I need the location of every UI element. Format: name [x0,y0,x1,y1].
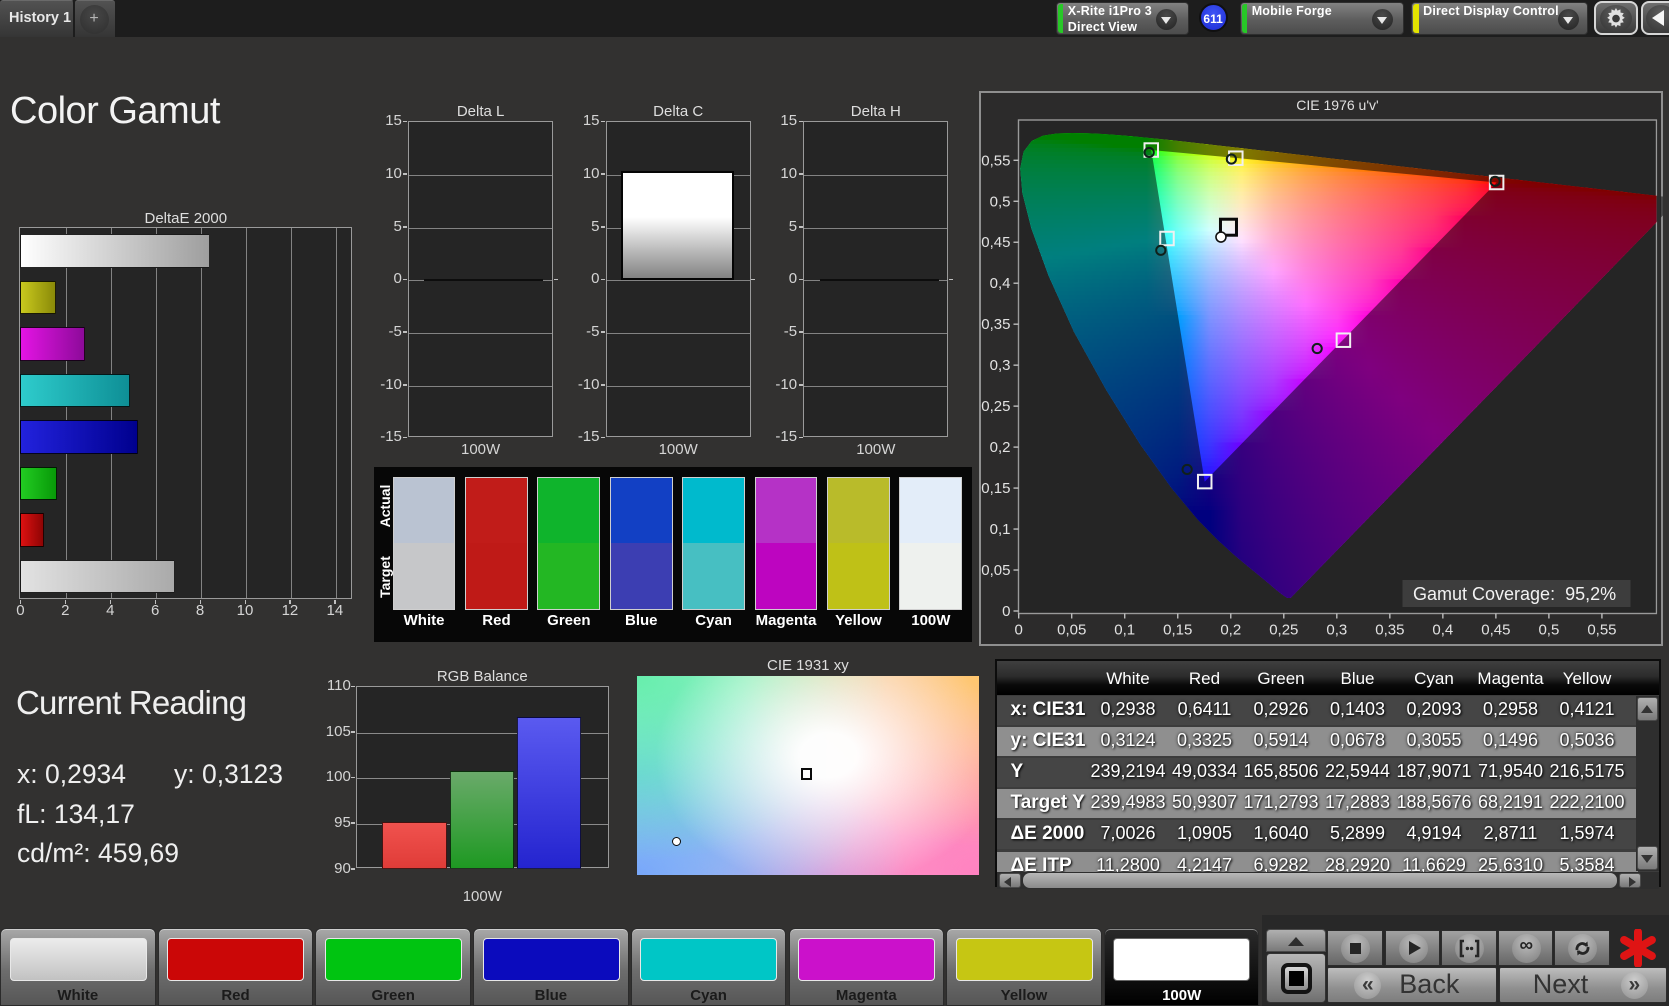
svg-text:0,3: 0,3 [990,357,1011,374]
svg-text:0,45: 0,45 [1481,622,1510,639]
svg-text:0,4: 0,4 [990,275,1011,292]
svg-text:0,05: 0,05 [981,562,1010,579]
svg-text:0,35: 0,35 [981,316,1010,333]
svg-text:0,5: 0,5 [990,193,1011,210]
svg-text:0,25: 0,25 [981,398,1010,415]
svg-text:0,4: 0,4 [1432,622,1453,639]
svg-text:0,55: 0,55 [1587,622,1616,639]
svg-text:CIE 1976 u'v': CIE 1976 u'v' [1296,97,1378,113]
svg-text:0,1: 0,1 [990,521,1011,538]
svg-text:0,2: 0,2 [1220,622,1241,639]
svg-text:0,3: 0,3 [1326,622,1347,639]
svg-text:0,1: 0,1 [1114,622,1135,639]
svg-text:0,55: 0,55 [981,152,1010,169]
svg-text:0,15: 0,15 [1163,622,1192,639]
svg-text:Gamut Coverage: 95,2%: Gamut Coverage: 95,2% [1413,584,1616,604]
svg-text:0,15: 0,15 [981,480,1010,497]
svg-text:0: 0 [1002,603,1010,620]
svg-text:0,2: 0,2 [990,439,1011,456]
svg-text:0,25: 0,25 [1269,622,1298,639]
svg-text:0,45: 0,45 [981,234,1010,251]
svg-text:0,05: 0,05 [1057,622,1086,639]
svg-text:0,5: 0,5 [1538,622,1559,639]
svg-text:0: 0 [1015,622,1023,639]
svg-text:0,35: 0,35 [1375,622,1404,639]
